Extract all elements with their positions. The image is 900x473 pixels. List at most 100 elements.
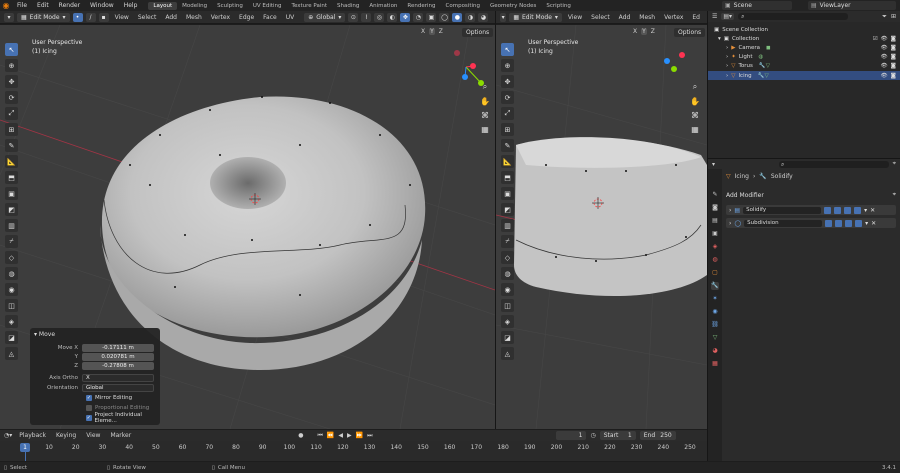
display-mode-icon[interactable]: ▤▾ <box>721 13 735 20</box>
viewport-display-icon[interactable] <box>845 219 853 227</box>
mirror-x-toggle[interactable]: X <box>632 28 638 35</box>
mirror-editing-checkbox[interactable]: ✓ Mirror Editing <box>30 393 160 402</box>
tab-rendering[interactable]: Rendering <box>402 2 440 10</box>
face-select-icon[interactable]: ▪ <box>98 12 109 22</box>
move-y-field[interactable]: 0.020781 m <box>82 352 154 361</box>
move-panel-title[interactable]: ▾ Move <box>34 331 55 338</box>
pin-icon[interactable]: ⌖ <box>893 191 896 199</box>
timeline-editor-icon[interactable]: ◔▾ <box>4 432 12 439</box>
mode-dropdown[interactable]: ▦ Edit Mode ▾ <box>509 12 562 22</box>
tab-texture-paint[interactable]: Texture Paint <box>287 2 333 10</box>
viewport-display-icon[interactable] <box>844 206 852 214</box>
editor-type-icon[interactable]: ▾ <box>500 12 507 22</box>
outliner-row-icing[interactable]: › ▽ Icing 🔧 ▽ 👁 ◙ <box>708 71 900 80</box>
modifier-name-field[interactable]: Solidify <box>743 206 822 214</box>
extrude-tool-icon[interactable]: ⬒ <box>5 171 18 184</box>
menu-mesh[interactable]: Mesh <box>183 14 205 21</box>
viewport-divider[interactable] <box>495 11 496 429</box>
mirror-z-toggle[interactable]: Z <box>438 28 444 35</box>
modifier-subdivision[interactable]: › ◯ Subdivision ▾ ✕ <box>726 218 896 228</box>
jump-end-icon[interactable]: ⏭ <box>367 432 372 440</box>
menu-select[interactable]: Select <box>135 14 160 21</box>
loop-cut-tool-icon[interactable]: ▥ <box>501 219 514 232</box>
extrude-tool-icon[interactable]: ⬒ <box>501 171 514 184</box>
mirror-x-toggle[interactable]: X <box>420 28 426 35</box>
render-toggle-icon[interactable] <box>854 206 862 214</box>
menu-mesh[interactable]: Mesh <box>636 14 658 21</box>
menu-face[interactable]: Face <box>260 14 280 21</box>
smooth-tool-icon[interactable]: ◉ <box>5 283 18 296</box>
mode-dropdown[interactable]: ▦ Edit Mode ▾ <box>17 12 70 22</box>
mirror-y-toggle[interactable]: Y <box>641 28 647 35</box>
outliner-row-light[interactable]: › ✦ Light ◍ 👁 ◙ <box>708 52 900 61</box>
outliner-row-scene-collection[interactable]: ▣ Scene Collection <box>708 25 900 34</box>
scene-selector[interactable]: ▣ Scene <box>722 1 792 10</box>
transform-tool-icon[interactable]: ⊞ <box>501 123 514 136</box>
filter-icon[interactable]: ⏷ <box>882 13 887 21</box>
close-icon[interactable]: ✕ <box>870 207 875 214</box>
menu-vertex[interactable]: Vertex <box>208 14 233 21</box>
preview-range-icon[interactable]: ◷ <box>590 432 595 439</box>
outliner-search-field[interactable]: ⌕ <box>738 13 849 20</box>
menu-add[interactable]: Add <box>162 14 180 21</box>
edit-mode-toggle-icon[interactable] <box>835 219 843 227</box>
edge-select-icon[interactable]: / <box>85 12 96 22</box>
shear-tool-icon[interactable]: ◪ <box>5 331 18 344</box>
menu-uv[interactable]: UV <box>283 14 298 21</box>
vertex-select-icon[interactable]: • <box>72 12 83 22</box>
record-icon[interactable]: ● <box>298 432 303 439</box>
visibility-icon[interactable]: ◐ <box>387 12 398 22</box>
zoom-icon[interactable]: ⌕ <box>479 81 491 93</box>
menu-select[interactable]: Select <box>588 14 613 21</box>
render-toggle-icon[interactable] <box>855 219 863 227</box>
world-tab-icon[interactable]: ◍ <box>711 256 719 264</box>
camera-render-icon[interactable]: ◙ <box>891 54 896 60</box>
navigation-gizmo[interactable] <box>664 52 685 72</box>
solid-shading-icon[interactable]: ● <box>452 12 463 22</box>
menu-render[interactable]: Render <box>54 2 85 9</box>
tab-layout[interactable]: Layout <box>148 1 178 10</box>
menu-view[interactable]: View <box>83 432 103 439</box>
view-layer-tab-icon[interactable]: ▣ <box>711 230 719 238</box>
poly-build-tool-icon[interactable]: ◇ <box>501 251 514 264</box>
tab-geometry-nodes[interactable]: Geometry Nodes <box>485 2 541 10</box>
camera-render-icon[interactable]: ◙ <box>891 36 896 42</box>
modifier-solidify[interactable]: › ▤ Solidify ▾ ✕ <box>726 205 896 215</box>
menu-window[interactable]: Window <box>85 2 119 9</box>
menu-marker[interactable]: Marker <box>107 432 134 439</box>
scale-tool-icon[interactable]: ⤢ <box>501 107 514 120</box>
tab-modeling[interactable]: Modeling <box>177 2 212 10</box>
render-tab-icon[interactable]: ◙ <box>711 204 719 212</box>
shrink-fatten-tool-icon[interactable]: ◈ <box>5 315 18 328</box>
menu-edge[interactable]: Ed <box>689 14 703 21</box>
transform-tool-icon[interactable]: ⊞ <box>5 123 18 136</box>
properties-editor-icon[interactable]: ▾ <box>712 161 715 168</box>
pin-icon[interactable]: ⌖ <box>893 160 896 168</box>
prev-keyframe-icon[interactable]: ⏪ <box>327 432 334 439</box>
tab-uv-editing[interactable]: UV Editing <box>248 2 287 10</box>
eye-icon[interactable]: 👁 <box>881 45 888 51</box>
orientation-dropdown[interactable]: ⊕ Global ▾ <box>304 12 346 22</box>
menu-edge[interactable]: Edge <box>236 14 257 21</box>
tab-compositing[interactable]: Compositing <box>441 2 485 10</box>
poly-build-tool-icon[interactable]: ◇ <box>5 251 18 264</box>
eye-icon[interactable]: 👁 <box>881 36 888 42</box>
material-tab-icon[interactable]: ◕ <box>711 347 719 355</box>
knife-tool-icon[interactable]: ⌿ <box>5 235 18 248</box>
gizmo-icon[interactable]: ✥ <box>400 12 411 22</box>
rotate-tool-icon[interactable]: ⟳ <box>5 91 18 104</box>
add-modifier-button[interactable]: Add Modifier ⌖ <box>726 190 896 200</box>
checkbox-icon[interactable]: ☑ <box>873 36 878 42</box>
on-cage-icon[interactable] <box>824 206 832 214</box>
rotate-tool-icon[interactable]: ⟳ <box>501 91 514 104</box>
rip-tool-icon[interactable]: ◬ <box>501 347 514 360</box>
jump-start-icon[interactable]: ⏮ <box>317 432 322 440</box>
mirror-z-toggle[interactable]: Z <box>650 28 656 35</box>
annotate-tool-icon[interactable]: ✎ <box>501 139 514 152</box>
proportional-edit-icon[interactable]: ◎ <box>374 12 385 22</box>
camera-render-icon[interactable]: ◙ <box>891 63 896 69</box>
object-tab-icon[interactable]: ▢ <box>711 269 719 277</box>
current-frame-field[interactable]: 1 <box>556 431 587 440</box>
move-tool-icon[interactable]: ✥ <box>501 75 514 88</box>
select-box-tool-icon[interactable]: ↖ <box>501 43 514 56</box>
